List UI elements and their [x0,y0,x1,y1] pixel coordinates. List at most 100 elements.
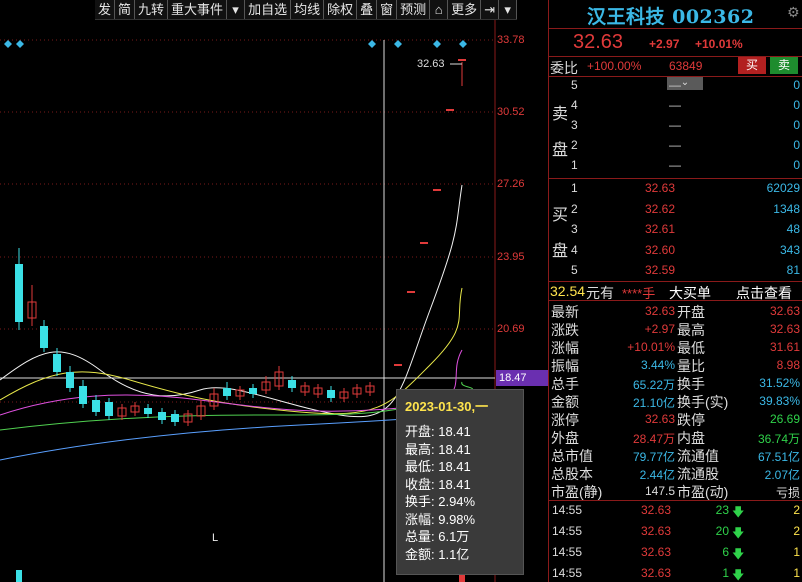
stat-row: 涨幅 +10.01% 最低 31.61 [549,338,802,356]
stat-value: +10.01% [627,340,675,354]
stat-label: 总市值 [551,448,593,464]
bid-volume: 62029 [766,181,800,195]
toolbar-add-watchlist-button[interactable]: 加自选 [245,0,292,19]
tick-volume: 20 [715,524,729,538]
stat-label: 换手(实) [677,394,729,410]
stat-value: +2.97 [644,322,675,336]
ask-row[interactable]: 1 — 0 [549,158,802,178]
tooltip-turnover: 换手: 2.94% [405,494,476,509]
bid-level: 4 [571,242,578,257]
toolbar-simple-button[interactable]: 简 [115,0,136,19]
stat-row: 总市值 79.77亿 流通值 67.51亿 [549,446,802,464]
candle-body [288,380,296,388]
bid-level: 5 [571,263,578,277]
toolbar-exright-button[interactable]: 除权 [324,0,358,19]
bid-row[interactable]: 2 32.62 1348 [549,202,802,222]
tick-count: 1 [793,566,800,580]
stat-label: 总手 [551,376,579,392]
ask-row[interactable]: 3 — 0 [549,118,802,138]
bid-volume: 81 [786,263,800,277]
ask-price: — [669,78,681,92]
lock-icon[interactable]: ⌂ [430,0,449,19]
toolbar-window-button[interactable]: 窗 [377,0,398,19]
sell-button[interactable]: 卖 [770,57,798,74]
bid-row[interactable]: 4 32.60 343 [549,243,802,263]
bid-row[interactable]: 1 32.63 62029 [549,181,802,201]
stat-label: 市盈(静) [551,484,603,500]
arrow-down-icon: 🡇 [732,505,745,519]
price-change-pct: +10.01% [695,37,743,51]
candle-body [92,400,100,412]
bid-row[interactable]: 3 32.61 48 [549,222,802,242]
stat-value: 3.44% [640,358,675,372]
tick-volume: 23 [715,503,729,517]
order-ratio-pct: +100.00% [587,59,642,73]
order-ratio-row: 委比 +100.00% 63849 买 卖 [549,57,802,76]
stat-label: 开盘 [677,304,705,320]
ask-row[interactable]: 5 — 0 [549,78,802,98]
event-diamond-icon [433,40,441,48]
stat-value: 36.74万 [757,432,800,446]
gear-icon[interactable]: ⚙ [787,4,800,21]
tick-count: 2 [793,524,800,538]
bid-row[interactable]: 5 32.59 81 [549,263,802,283]
tick-count: 1 [793,545,800,559]
ask-row[interactable]: 2 — 0 [549,138,802,158]
event-diamond-icon [459,40,467,48]
tick-time: 14:55 [552,503,583,517]
tooltip-change-pct: 涨幅: 9.98% [405,511,476,527]
ask-level: 2 [571,138,578,152]
toolbar-nine-turn-button[interactable]: 九转 [135,0,169,19]
tooltip-open: 开盘: 18.41 [405,424,471,439]
stat-label: 跌停 [677,412,705,428]
stat-label: 振幅 [551,358,579,374]
tooltip-amount: 金额: 1.1亿 [405,546,470,562]
candle-body [79,386,87,404]
toolbar-more-button[interactable]: 更多 [448,0,482,19]
candle-body [15,264,23,322]
stat-label: 最新 [551,304,579,320]
ask-level: 3 [571,118,578,132]
stat-value: 32.63 [769,322,800,336]
toolbar-fa-button[interactable]: 发 [95,0,116,19]
event-diamond-icon [394,40,402,48]
toolbar-menu-dropdown-icon[interactable]: ▾ [499,0,518,19]
arrow-down-icon: 🡇 [732,568,745,582]
toolbar-ma-button[interactable]: 均线 [291,0,325,19]
stat-label: 内盘 [677,430,705,446]
stat-label: 涨跌 [551,322,579,338]
candle-body [158,412,166,420]
buy-button[interactable]: 买 [738,57,766,74]
stat-value: 32.63 [644,412,675,426]
expand-icon[interactable]: ⇥ [481,0,500,19]
toolbar-forecast-button[interactable]: 预测 [397,0,431,19]
bid-price: 32.62 [644,201,675,216]
ask-volume: 0 [793,118,800,132]
kline-chart[interactable]: 33.78 30.52 27.26 23.95 20.69 3 18.47 32… [0,20,548,582]
ask-level: 1 [571,158,578,172]
ask-volume: 0 [793,138,800,152]
toolbar-major-events-button[interactable]: 重大事件 [168,0,228,19]
bid-volume: 343 [779,242,800,257]
bid-level: 2 [571,201,578,216]
price-axis-label: 33.78 [497,34,525,46]
ask-volume: 0 [793,158,800,172]
ask-level: 5 [571,78,578,92]
crosshair-price-box: 18.47 [496,370,548,386]
tooltip-volume: 总量: 6.1万 [405,529,470,544]
bid-volume: 48 [786,222,800,236]
tick-row: 14:55 32.63 6 🡇 1 [549,545,802,565]
stat-row: 振幅 3.44% 量比 8.98 [549,356,802,374]
stat-value: 26.69 [769,412,800,426]
tooltip-high: 最高: 18.41 [405,441,471,457]
chart-toolbar: 发 简 九转 重大事件 ▾ 加自选 均线 除权 叠 窗 预测 ⌂ 更多 ⇥ ▾ [95,0,518,20]
ask-row[interactable]: 4 — 0 [549,98,802,118]
stock-title[interactable]: 汉王科技 002362 [587,2,754,29]
toolbar-overlay-button[interactable]: 叠 [357,0,378,19]
candle-body [327,390,335,398]
stat-value: 31.61 [769,340,800,354]
ask-level: 4 [571,98,578,112]
big-order-row: 32.54 元有 ****手 大买单 点击查看 [549,283,802,301]
toolbar-events-dropdown-icon[interactable]: ▾ [227,0,246,19]
tooltip-close: 收盘: 18.41 [405,476,471,492]
